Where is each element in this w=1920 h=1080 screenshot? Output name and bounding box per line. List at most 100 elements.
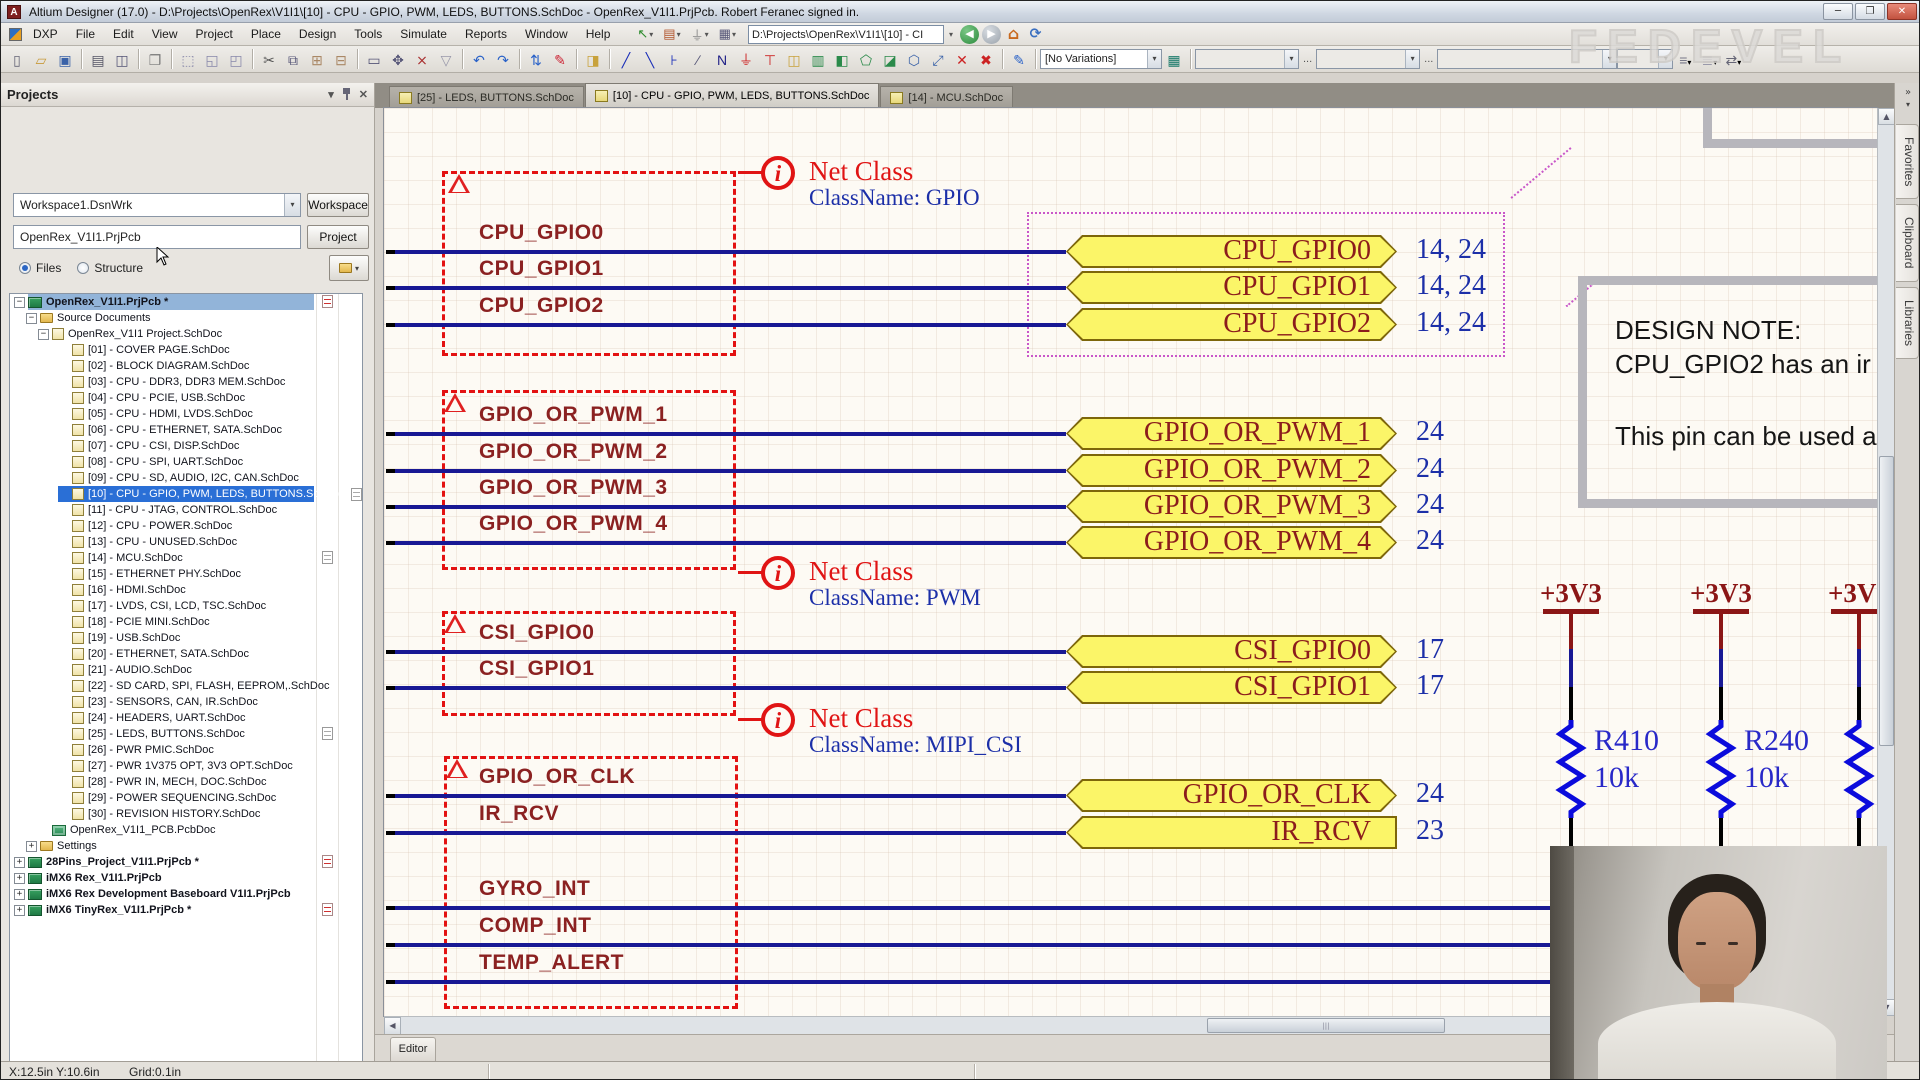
port-gpio_or_pwm_1[interactable]: GPIO_OR_PWM_1	[1066, 417, 1397, 450]
copy-icon[interactable]: ⧉	[282, 49, 304, 70]
cut-icon[interactable]: ✂	[258, 49, 280, 70]
tree-item[interactable]: [08] - CPU - SPI, UART.SchDoc	[10, 454, 362, 470]
mask-combobox-4[interactable]: ▾	[1617, 49, 1673, 69]
tree-item[interactable]: −OpenRex_V1I1.PrjPcb *	[10, 294, 362, 310]
path-combobox[interactable]: D:\Projects\OpenRex\V1I1\[10] - CI	[748, 25, 944, 44]
scroll-up-icon[interactable]: ▲	[1878, 108, 1895, 125]
horizontal-scroll-thumb[interactable]	[1207, 1018, 1445, 1033]
place-wire-icon[interactable]: ╱	[615, 49, 637, 70]
distribute-tools-icon[interactable]: ≣▾	[1698, 49, 1720, 70]
panel-tab-libraries[interactable]: Libraries	[1896, 287, 1919, 359]
place-vcc-power-port-icon[interactable]: ⊤	[759, 49, 781, 70]
filter-icon[interactable]: ▽	[435, 49, 457, 70]
open-documents-icon[interactable]: ❐	[144, 49, 166, 70]
select-area-icon[interactable]: ▭	[363, 49, 385, 70]
panel-tab-clipboard[interactable]: Clipboard	[1896, 204, 1919, 281]
tree-item[interactable]: [05] - CPU - HDMI, LVDS.SchDoc	[10, 406, 362, 422]
redo-icon[interactable]: ↷	[492, 49, 514, 70]
tree-item[interactable]: [07] - CPU - CSI, DISP.SchDoc	[10, 438, 362, 454]
compile-mask-triangle[interactable]	[446, 759, 468, 778]
tree-item[interactable]: [15] - ETHERNET PHY.SchDoc	[10, 566, 362, 582]
tree-item[interactable]: [23] - SENSORS, CAN, IR.SchDoc	[10, 694, 362, 710]
tree-expander-icon[interactable]: −	[38, 329, 49, 340]
net-class-directive-icon[interactable]: i	[761, 156, 795, 190]
zoom-selection-icon[interactable]: ◰	[225, 49, 247, 70]
wire-gpio_or_pwm_2[interactable]	[388, 469, 1066, 473]
tree-item[interactable]: [09] - CPU - SD, AUDIO, I2C, CAN.SchDoc	[10, 470, 362, 486]
wire-gpio_or_pwm_3[interactable]	[388, 505, 1066, 509]
wire-csi_gpio1[interactable]	[388, 686, 1066, 690]
wire-ir_rcv[interactable]	[388, 831, 1066, 835]
port-gpio_or_pwm_4[interactable]: GPIO_OR_PWM_4	[1066, 526, 1397, 559]
net-label[interactable]: CPU_GPIO2	[479, 294, 604, 318]
port-gpio_or_clk[interactable]: GPIO_OR_CLK	[1066, 779, 1397, 812]
place-port-icon[interactable]: ⬡	[903, 49, 925, 70]
project-button[interactable]: Project	[307, 225, 369, 249]
menu-item-edit[interactable]: Edit	[104, 24, 143, 44]
net-class-directive-icon[interactable]: i	[761, 703, 795, 737]
tree-item[interactable]: [10] - CPU - GPIO, PWM, LEDS, BUTTONS.Sc…	[10, 486, 362, 502]
resistor-symbol[interactable]	[1843, 720, 1875, 832]
editor-tab[interactable]: Editor	[390, 1037, 436, 1061]
net-class-directive-icon[interactable]: i	[761, 556, 795, 590]
place-sheet-symbol-icon[interactable]: ▥	[807, 49, 829, 70]
paste-icon[interactable]: ⊞	[306, 49, 328, 70]
mask-combobox-1[interactable]: ▾	[1195, 49, 1299, 69]
place-off-sheet-connector-icon[interactable]: ⤢	[927, 49, 949, 70]
tree-item[interactable]: +iMX6 TinyRex_V1I1.PrjPcb *	[10, 902, 362, 918]
tree-item[interactable]: [24] - HEADERS, UART.SchDoc	[10, 710, 362, 726]
net-label[interactable]: GPIO_OR_PWM_2	[479, 440, 668, 464]
tree-item[interactable]: [03] - CPU - DDR3, DDR3 MEM.SchDoc	[10, 374, 362, 390]
tree-item[interactable]: [21] - AUDIO.SchDoc	[10, 662, 362, 678]
tree-expander-icon[interactable]: +	[14, 889, 25, 900]
menu-item-project[interactable]: Project	[187, 24, 242, 44]
new-document-icon[interactable]: ▯	[6, 49, 28, 70]
menu-item-dxp[interactable]: DXP	[24, 24, 67, 44]
variant-editor-icon[interactable]: ▦	[1163, 49, 1185, 70]
tree-item[interactable]: [22] - SD CARD, SPI, FLASH, EEPROM,.SchD…	[10, 678, 362, 694]
tree-item[interactable]: +28Pins_Project_V1I1.PrjPcb *	[10, 854, 362, 870]
tree-item[interactable]: OpenRex_V1I1_PCB.PcbDoc	[10, 822, 362, 838]
panel-close-icon[interactable]: ✕	[359, 88, 368, 101]
menu-item-view[interactable]: View	[143, 24, 187, 44]
tree-item[interactable]: [29] - POWER SEQUENCING.SchDoc	[10, 790, 362, 806]
panel-tab-favorites[interactable]: Favorites	[1896, 124, 1919, 199]
tree-item[interactable]: [14] - MCU.SchDoc	[10, 550, 362, 566]
compile-mask-triangle[interactable]	[448, 174, 470, 193]
net-label[interactable]: IR_RCV	[479, 802, 559, 826]
wire-gyro_int[interactable]	[388, 906, 1550, 910]
edit-pencil-icon[interactable]: ✎	[549, 49, 571, 70]
net-label[interactable]: CPU_GPIO0	[479, 221, 604, 245]
probe-icon[interactable]: ⏚▾	[687, 23, 713, 46]
resistor-symbol[interactable]	[1705, 720, 1737, 832]
open-document-icon[interactable]: ▱	[30, 49, 52, 70]
port-csi_gpio0[interactable]: CSI_GPIO0	[1066, 635, 1397, 668]
tree-item[interactable]: [25] - LEDS, BUTTONS.SchDoc	[10, 726, 362, 742]
net-label[interactable]: CSI_GPIO1	[479, 657, 594, 681]
tree-item[interactable]: [01] - COVER PAGE.SchDoc	[10, 342, 362, 358]
document-tab[interactable]: [10] - CPU - GPIO, PWM, LEDS, BUTTONS.Sc…	[585, 83, 880, 108]
move-selection-icon[interactable]: ✥	[387, 49, 409, 70]
wire-csi_gpio0[interactable]	[388, 650, 1066, 654]
minimize-button[interactable]: ─	[1823, 3, 1853, 20]
menu-item-file[interactable]: File	[67, 24, 104, 44]
net-label[interactable]: CPU_GPIO1	[479, 257, 604, 281]
tree-item[interactable]: −Source Documents	[10, 310, 362, 326]
design-note-box[interactable]: DESIGN NOTE:CPU_GPIO2 has an irThis pin …	[1578, 276, 1877, 508]
port-cpu_gpio0[interactable]: CPU_GPIO0	[1066, 235, 1397, 268]
structure-radio[interactable]	[77, 262, 89, 274]
wire-gpio_or_pwm_4[interactable]	[388, 541, 1066, 545]
resistor-symbol[interactable]	[1555, 720, 1587, 832]
tree-item[interactable]: [12] - CPU - POWER.SchDoc	[10, 518, 362, 534]
mask-combobox-2[interactable]: ▾	[1316, 49, 1420, 69]
undo-icon[interactable]: ↶	[468, 49, 490, 70]
menu-item-help[interactable]: Help	[577, 24, 620, 44]
place-harness-connector-icon[interactable]: ⬠	[855, 49, 877, 70]
tree-item[interactable]: [20] - ETHERNET, SATA.SchDoc	[10, 646, 362, 662]
panel-menu-icon[interactable]: ▾	[328, 88, 334, 101]
wire-cpu_gpio2[interactable]	[388, 323, 1066, 327]
zoom-area-icon[interactable]: ⬚	[177, 49, 199, 70]
clear-selection-icon[interactable]: ⨯	[411, 49, 433, 70]
tree-expander-icon[interactable]: +	[14, 873, 25, 884]
workspace-button[interactable]: Workspace	[307, 193, 369, 217]
